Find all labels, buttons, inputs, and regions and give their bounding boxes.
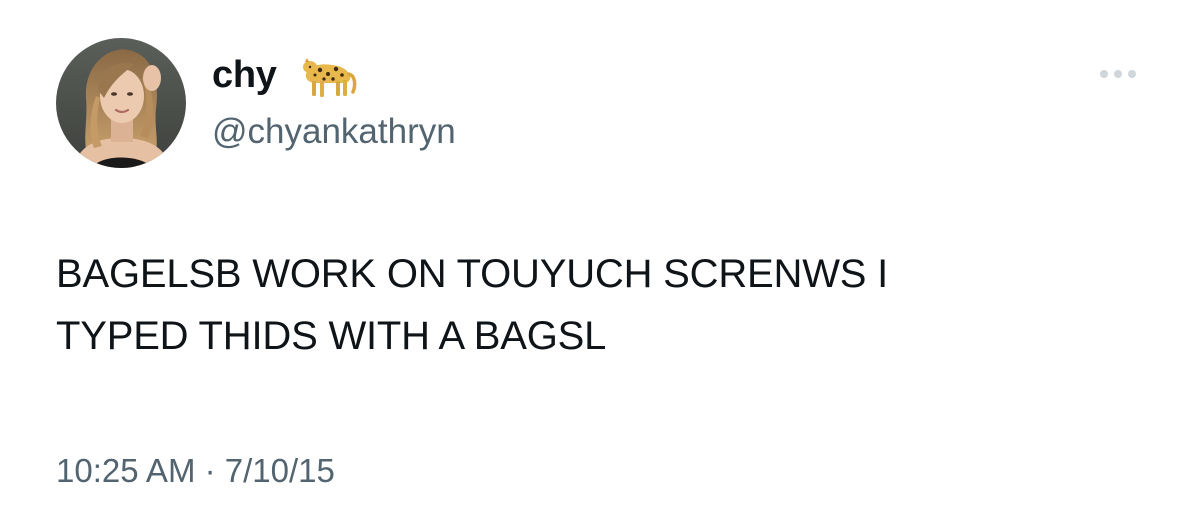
author-display-name[interactable]: chy [212, 52, 277, 98]
avatar[interactable] [56, 38, 186, 168]
tweet-card: chy @chyankathryn BAGELSB WORK ON TOUYUC… [0, 0, 1200, 520]
tweet-date[interactable]: 7/10/15 [225, 452, 335, 489]
avatar-image [56, 38, 186, 168]
meta-separator: · [204, 452, 225, 489]
more-horizontal-icon [1100, 70, 1136, 78]
tweet-time[interactable]: 10:25 AM [56, 452, 195, 489]
tweet-text: BAGELSB WORK ON TOUYUCH SCRENWS I TYPED … [56, 252, 889, 358]
more-options-button[interactable] [1094, 60, 1142, 88]
author-handle[interactable]: @chyankathryn [212, 110, 456, 154]
tweet-meta: 10:25 AM · 7/10/15 [56, 449, 335, 493]
leopard-icon [303, 58, 357, 97]
